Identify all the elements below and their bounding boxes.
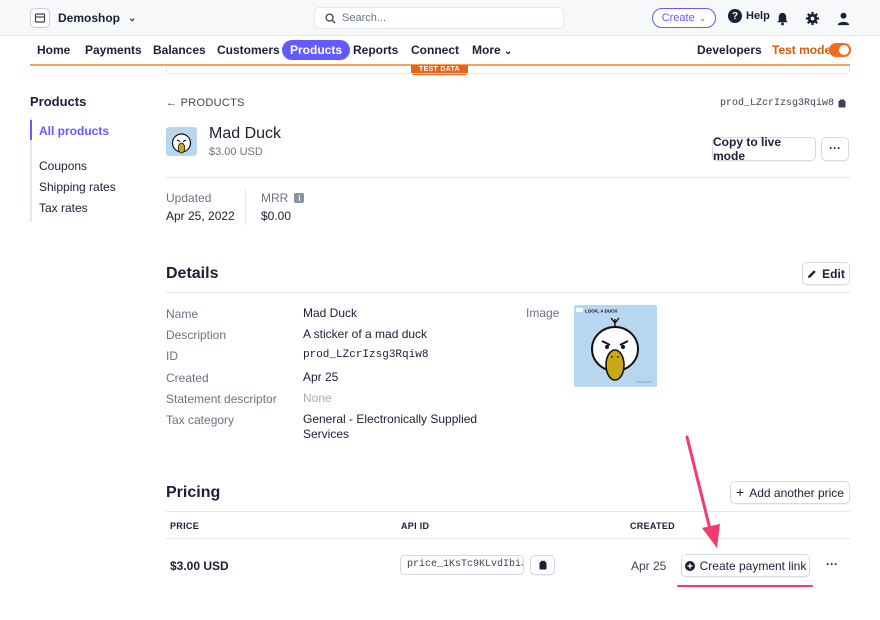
detail-label-id: ID [166, 349, 178, 363]
detail-value-statement-descriptor: None [303, 391, 332, 405]
product-id: prod_LZcrIzsg3Rqiw8 [719, 98, 834, 109]
edit-label: Edit [822, 266, 845, 281]
plus-circle-icon [684, 560, 695, 571]
scrolled-card-edge [166, 66, 850, 74]
price-row-more-button[interactable]: ··· [826, 557, 838, 571]
sidebar-item-coupons[interactable]: Coupons [39, 159, 87, 173]
updated-value: Apr 25, 2022 [166, 209, 235, 223]
store-icon [30, 8, 50, 28]
price-created-value: Apr 25 [631, 559, 667, 573]
mrr-label-group: MRR i [261, 191, 305, 205]
details-title: Details [166, 265, 219, 282]
sidebar-active-indicator [30, 120, 32, 140]
image-label: Image [526, 306, 560, 320]
nav-more-label: More [472, 43, 501, 57]
account-name: Demoshop [58, 11, 121, 25]
create-payment-link-button[interactable]: Create payment link [681, 554, 810, 577]
chevron-down-icon: ⌄ [698, 12, 707, 23]
updated-label: Updated [166, 191, 212, 205]
help-icon: ? [728, 9, 742, 23]
search-input[interactable]: Search... [314, 7, 564, 29]
detail-value-name: Mad Duck [303, 306, 358, 320]
divider [166, 177, 850, 178]
product-id-copy[interactable]: prod_LZcrIzsg3Rqiw8 [720, 98, 846, 109]
sidebar-item-tax-rates[interactable]: Tax rates [39, 201, 88, 215]
detail-value-created: Apr 25 [303, 370, 339, 384]
pencil-icon [808, 269, 816, 278]
sidebar-item-shipping-rates[interactable]: Shipping rates [39, 180, 116, 194]
user-account-icon[interactable] [834, 9, 852, 27]
search-icon [325, 12, 336, 24]
copy-to-live-mode-label: Copy to live mode [713, 135, 782, 163]
edit-details-button[interactable]: Edit [802, 262, 850, 285]
notifications-bell-icon[interactable] [773, 9, 791, 27]
product-thumbnail [166, 127, 197, 156]
sidebar-item-all-products[interactable]: All products [39, 124, 109, 138]
create-payment-link-label: Create payment link [699, 558, 807, 573]
detail-label-tax-category: Tax category [166, 413, 235, 427]
mrr-label: MRR [261, 191, 289, 205]
account-switcher[interactable]: Demoshop ⌄ [30, 8, 136, 28]
nav-connect[interactable]: Connect [411, 40, 459, 60]
product-image[interactable]: LOOK, A DUCK [574, 305, 657, 387]
column-header-api-id: API ID [401, 521, 430, 531]
help-button[interactable]: ? Help [728, 9, 770, 23]
divider [166, 292, 850, 293]
main-nav: Home Payments Balances Customers Product… [0, 36, 880, 64]
image-caption: LOOK, A DUCK [585, 309, 618, 314]
stat-divider [245, 189, 246, 225]
help-label: Help [746, 10, 770, 22]
detail-label-created: Created [166, 371, 209, 385]
more-horizontal-icon: ··· [829, 140, 841, 155]
detail-label-description: Description [166, 328, 227, 342]
chevron-down-icon: ⌄ [128, 12, 137, 24]
annotation-underline [677, 585, 813, 587]
product-more-actions-button[interactable]: ··· [821, 137, 849, 161]
back-to-products-link[interactable]: ← PRODUCTS [166, 97, 245, 109]
price-api-id-field[interactable]: price_1KsTc9KLvdIbiJ0 [400, 555, 524, 575]
divider [166, 511, 850, 512]
price-value: $3.00 USD [170, 559, 229, 573]
test-mode-label: Test mode [772, 43, 832, 57]
nav-reports[interactable]: Reports [353, 40, 398, 60]
clipboard-icon [539, 560, 546, 570]
nav-more[interactable]: More ⌄ [472, 40, 512, 60]
search-placeholder: Search... [342, 12, 387, 24]
column-header-created: CREATED [630, 521, 675, 531]
copy-api-id-button[interactable] [530, 555, 555, 575]
product-name: Mad Duck [209, 125, 282, 142]
detail-label-name: Name [166, 307, 199, 321]
nav-balances[interactable]: Balances [153, 40, 206, 60]
chevron-down-icon: ⌄ [504, 46, 513, 57]
test-mode-toggle[interactable] [829, 43, 851, 57]
column-header-price: PRICE [170, 521, 200, 531]
nav-products[interactable]: Products [282, 40, 351, 60]
product-price: $3.00 USD [209, 146, 263, 158]
add-another-price-button[interactable]: + Add another price [730, 481, 850, 504]
nav-payments[interactable]: Payments [85, 40, 142, 60]
detail-value-tax-category: General - Electronically Supplied Servic… [303, 412, 478, 441]
create-label: Create [661, 12, 695, 24]
add-another-price-label: Add another price [749, 485, 844, 500]
top-bar: Demoshop ⌄ Search... Create ⌄ ? Help [0, 0, 880, 36]
detail-value-id: prod_LZcrIzsg3Rqiw8 [303, 349, 429, 361]
copy-to-live-mode-button[interactable]: Copy to live mode [712, 135, 816, 163]
mrr-value: $0.00 [261, 209, 292, 223]
detail-label-statement-descriptor: Statement descriptor [166, 392, 277, 406]
create-button[interactable]: Create ⌄ [652, 8, 716, 28]
info-icon[interactable]: i [294, 193, 305, 203]
nav-developers[interactable]: Developers [697, 40, 762, 60]
nav-customers[interactable]: Customers [217, 40, 280, 60]
gear-icon[interactable] [803, 9, 821, 27]
clipboard-icon [838, 99, 846, 108]
pricing-title: Pricing [166, 484, 221, 501]
detail-value-description: A sticker of a mad duck [303, 327, 428, 341]
plus-icon: + [736, 483, 745, 500]
sidebar-title: Products [30, 94, 87, 109]
nav-home[interactable]: Home [37, 40, 70, 60]
table-header-divider [166, 538, 850, 539]
